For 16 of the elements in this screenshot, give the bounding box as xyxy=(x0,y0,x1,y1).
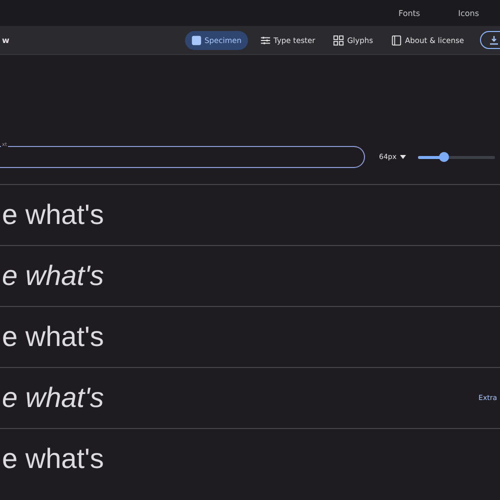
glyphs-icon xyxy=(333,34,344,46)
font-title: w xyxy=(2,36,10,44)
slider-handle[interactable] xyxy=(439,152,450,162)
sliders-icon xyxy=(260,34,271,46)
nav-link[interactable]: Icons xyxy=(458,8,479,18)
preview-text-field[interactable] xyxy=(0,146,365,168)
nav-link[interactable]: Fonts xyxy=(398,8,420,18)
book-icon xyxy=(391,34,402,46)
download-icon xyxy=(489,35,499,45)
sample-text: e what's xyxy=(2,321,104,353)
sample-text: e what's xyxy=(2,443,104,475)
specimen-icon xyxy=(190,34,202,46)
sample-text: e what's xyxy=(2,260,104,292)
sample-text: e what's xyxy=(2,199,104,231)
caret-icon xyxy=(400,155,406,159)
sample-text: e what's xyxy=(2,382,104,414)
